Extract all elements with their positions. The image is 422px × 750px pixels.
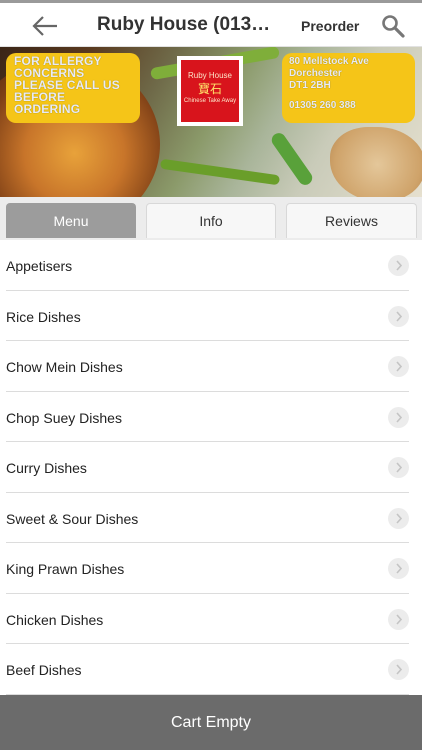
chevron-right-icon [388, 608, 409, 630]
tab-reviews[interactable]: Reviews [286, 203, 417, 238]
back-button[interactable] [30, 12, 60, 40]
tab-bar: Menu Info Reviews [0, 197, 422, 240]
restaurant-logo: Ruby House 寶石 Chinese Take Away [177, 56, 243, 126]
list-item-chop-suey-dishes[interactable]: Chop Suey Dishes [6, 392, 409, 442]
address-card: 80 Mellstock Ave Dorchester DT1 2BH 0130… [282, 53, 415, 123]
chevron-right-icon [388, 659, 409, 680]
allergy-line: ORDERING [14, 102, 81, 116]
search-icon [382, 15, 405, 38]
list-item-label: Chow Mein Dishes [6, 359, 123, 375]
chevron-right-icon [388, 356, 409, 377]
list-item-appetisers[interactable]: Appetisers [6, 240, 409, 291]
preorder-button[interactable]: Preorder [301, 16, 359, 36]
arrow-left-icon [32, 16, 57, 36]
chevron-right-icon [388, 558, 409, 579]
restaurant-banner: FOR ALLERGY CONCERNS PLEASE CALL US BEFO… [0, 47, 422, 197]
chevron-right-icon [388, 457, 409, 478]
food-photo-greens [159, 158, 281, 186]
list-item-label: Beef Dishes [6, 662, 82, 678]
list-item-curry-dishes[interactable]: Curry Dishes [6, 442, 409, 493]
chevron-right-icon [388, 406, 409, 428]
list-item-rice-dishes[interactable]: Rice Dishes [6, 291, 409, 341]
list-item-label: Curry Dishes [6, 460, 87, 476]
list-item-chow-mein-dishes[interactable]: Chow Mein Dishes [6, 341, 409, 392]
cart-button[interactable]: Cart Empty [0, 695, 422, 750]
logo-name: Ruby House [187, 71, 233, 80]
page-title: Ruby House (01305 260 388) [97, 14, 273, 35]
list-item-label: Chicken Dishes [6, 611, 104, 628]
address-line: DT1 2BH [289, 80, 331, 91]
allergy-notice: FOR ALLERGY CONCERNS PLEASE CALL US BEFO… [6, 53, 140, 123]
tab-menu[interactable]: Menu [6, 203, 136, 238]
phone-number: 01305 260 388 [289, 100, 356, 111]
chevron-right-icon [388, 255, 409, 276]
list-item-label: Rice Dishes [6, 308, 81, 325]
list-item-label: Sweet & Sour Dishes [6, 510, 139, 527]
list-item-king-prawn-dishes[interactable]: King Prawn Dishes [6, 543, 409, 594]
menu-category-list: Appetisers Rice Dishes Chow Mein Dishes … [0, 240, 422, 695]
top-app-bar: Ruby House (01305 260 388) Preorder [0, 0, 422, 47]
chevron-right-icon [388, 507, 409, 529]
address-line: 80 Mellstock Ave [289, 56, 369, 67]
search-button[interactable] [380, 13, 406, 39]
chevron-right-icon [388, 305, 409, 327]
list-item-label: King Prawn Dishes [6, 561, 125, 577]
address-line: Dorchester [289, 68, 342, 79]
list-item-chicken-dishes[interactable]: Chicken Dishes [6, 594, 409, 644]
logo-subtitle: Chinese Take Away [183, 98, 237, 104]
list-item-beef-dishes[interactable]: Beef Dishes [6, 644, 409, 695]
list-item-sweet-sour-dishes[interactable]: Sweet & Sour Dishes [6, 493, 409, 543]
logo-chinese-characters: 寶石 [197, 82, 222, 96]
tab-info[interactable]: Info [146, 203, 276, 238]
food-photo-ginger [330, 127, 422, 197]
list-item-label: Appetisers [6, 258, 73, 274]
list-item-label: Chop Suey Dishes [6, 409, 122, 426]
